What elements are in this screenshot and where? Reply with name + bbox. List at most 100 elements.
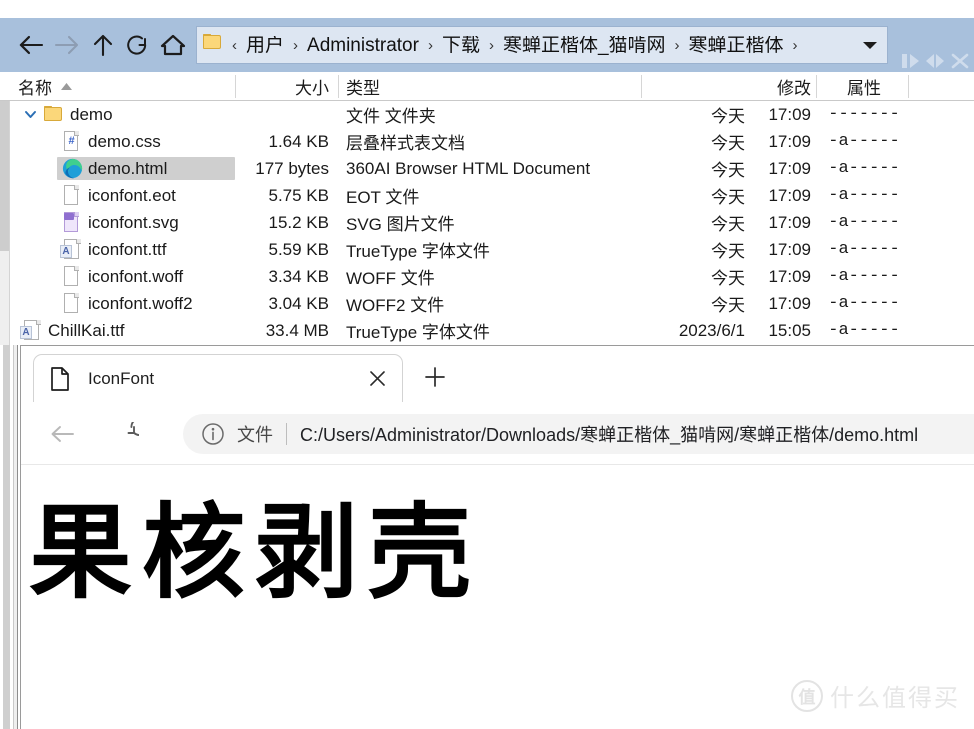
file-size [239, 101, 329, 128]
file-size: 1.64 KB [268, 131, 330, 151]
address-bar[interactable]: 文件 C:/Users/Administrator/Downloads/寒蝉正楷… [183, 414, 974, 454]
watermark-text: 什么值得买 [830, 685, 960, 712]
column-header-attributes-label: 属性 [847, 78, 881, 98]
file-name[interactable]: iconfont.woff [88, 263, 183, 290]
file-attributes: -a----- [828, 213, 900, 232]
table-row[interactable]: A iconfont.ttf 5.59 KB TrueType 字体文件 今天 … [0, 236, 974, 263]
sort-asc-icon [60, 76, 73, 96]
file-modified-date: 今天 [711, 188, 745, 207]
table-row[interactable]: demo 文件 文件夹 今天 17:09 ------- [0, 101, 974, 128]
table-row[interactable]: iconfont.woff2 3.04 KB WOFF2 文件 今天 17:09… [0, 290, 974, 317]
file-name[interactable]: iconfont.ttf [88, 236, 166, 263]
file-modified-time: 17:09 [768, 212, 811, 232]
browser-window: IconFont 文件 C:/Users/Administrator/Downl… [20, 345, 974, 729]
breadcrumb-item-0[interactable]: 用户 [242, 36, 288, 55]
file-attributes: -a----- [828, 186, 900, 205]
refresh-button[interactable] [120, 27, 154, 63]
breadcrumb-item-4[interactable]: 寒蝉正楷体 [685, 36, 788, 55]
folder-icon [44, 106, 64, 128]
file-name[interactable]: iconfont.woff2 [88, 290, 193, 317]
back-button[interactable] [14, 27, 48, 63]
file-name[interactable]: iconfont.eot [88, 182, 176, 209]
outer-scrollbar[interactable] [3, 345, 10, 729]
breadcrumb-separator: › [792, 36, 798, 54]
up-button[interactable] [86, 27, 120, 63]
column-header-name-label: 名称 [18, 78, 52, 98]
watermark: 值 什么值得买 [791, 678, 960, 713]
file-type: WOFF2 文件 [346, 296, 445, 315]
file-name[interactable]: demo.html [88, 155, 167, 182]
file-type: EOT 文件 [346, 188, 420, 207]
file-type: 文件 文件夹 [346, 107, 436, 126]
table-row[interactable]: A ChillKai.ttf 33.4 MB TrueType 字体文件 202… [0, 317, 974, 344]
file-modified-date: 今天 [711, 242, 745, 261]
file-list-header: 名称 大小 类型 修改 属性 [0, 72, 974, 101]
file-name[interactable]: iconfont.svg [88, 209, 179, 236]
table-row[interactable]: iconfont.svg 15.2 KB SVG 图片文件 今天 17:09 -… [0, 209, 974, 236]
new-tab-button[interactable] [417, 362, 453, 396]
tab-iconfont[interactable]: IconFont [33, 354, 403, 402]
file-modified-date: 今天 [711, 215, 745, 234]
breadcrumb: ‹ 用户 › Administrator › 下载 › 寒蝉正楷体_猫啃网 › … [227, 36, 853, 55]
column-header-name[interactable]: 名称 [18, 72, 218, 100]
file-modified-time: 17:09 [768, 131, 811, 151]
breadcrumb-item-2[interactable]: 下载 [438, 36, 484, 55]
plus-icon [424, 366, 446, 393]
file-modified-time: 17:09 [768, 158, 811, 178]
file-modified-date: 今天 [711, 161, 745, 180]
file-size: 5.75 KB [268, 185, 330, 205]
browser-back-button[interactable] [43, 414, 83, 454]
file-name[interactable]: demo [70, 101, 113, 128]
column-header-size[interactable]: 大小 [239, 72, 329, 100]
column-header-modified-label: 修改 [777, 78, 811, 98]
info-circle-icon[interactable] [200, 421, 226, 447]
file-modified-date: 2023/6/1 [678, 320, 745, 340]
file-manager-toolbar: ‹ 用户 › Administrator › 下载 › 寒蝉正楷体_猫啃网 › … [0, 18, 974, 72]
file-size: 15.2 KB [268, 212, 330, 232]
expand-collapse-icon[interactable] [24, 108, 37, 121]
scrollbar-thumb[interactable] [0, 101, 9, 251]
file-modified-time: 17:09 [768, 293, 811, 313]
file-attributes: -a----- [828, 240, 900, 259]
breadcrumb-item-1[interactable]: Administrator [303, 36, 423, 55]
font-file-icon: A [60, 239, 81, 261]
forward-button[interactable] [50, 27, 84, 63]
table-row[interactable]: demo.html 177 bytes 360AI Browser HTML D… [0, 155, 974, 182]
column-header-modified[interactable]: 修改 [645, 72, 811, 100]
file-modified-date: 今天 [711, 134, 745, 153]
file-type: WOFF 文件 [346, 269, 435, 288]
column-header-attributes[interactable]: 属性 [820, 72, 908, 100]
column-header-size-label: 大小 [295, 78, 329, 98]
file-attributes: -a----- [828, 159, 900, 178]
folder-icon [203, 34, 225, 56]
table-row[interactable]: # demo.css 1.64 KB 层叠样式表文档 今天 17:09 -a--… [0, 128, 974, 155]
table-row[interactable]: iconfont.eot 5.75 KB EOT 文件 今天 17:09 -a-… [0, 182, 974, 209]
window-top-strip [0, 0, 974, 18]
browser-toolbar: 文件 C:/Users/Administrator/Downloads/寒蝉正楷… [21, 402, 974, 465]
browser-reload-button[interactable] [107, 414, 147, 454]
close-icon[interactable] [360, 362, 394, 396]
address-path-bar[interactable]: ‹ 用户 › Administrator › 下载 › 寒蝉正楷体_猫啃网 › … [196, 26, 888, 64]
table-row[interactable]: iconfont.woff 3.34 KB WOFF 文件 今天 17:09 -… [0, 263, 974, 290]
column-header-type[interactable]: 类型 [346, 72, 636, 100]
url-scheme-label: 文件 [237, 425, 273, 445]
chevron-down-icon[interactable] [853, 27, 887, 63]
file-manager-window: ‹ 用户 › Administrator › 下载 › 寒蝉正楷体_猫啃网 › … [0, 0, 974, 345]
tab-title: IconFont [88, 368, 155, 388]
file-name[interactable]: ChillKai.ttf [48, 317, 125, 344]
url-text[interactable]: C:/Users/Administrator/Downloads/寒蝉正楷体_猫… [300, 421, 918, 447]
file-modified-date: 今天 [711, 107, 745, 126]
file-type: SVG 图片文件 [346, 215, 455, 234]
file-size: 5.59 KB [268, 239, 330, 259]
breadcrumb-item-3[interactable]: 寒蝉正楷体_猫啃网 [499, 36, 670, 55]
watermark-logo: 值 [791, 679, 823, 712]
breadcrumb-lead-separator: ‹ [232, 36, 237, 54]
blank-file-icon [64, 293, 84, 315]
page-content: 果核剥壳 值 什么值得买 [21, 466, 974, 729]
file-list-scrollbar[interactable] [0, 101, 10, 345]
css-file-icon: # [64, 131, 84, 153]
breadcrumb-separator: › [427, 36, 433, 54]
file-name[interactable]: demo.css [88, 128, 161, 155]
file-size: 33.4 MB [265, 320, 329, 340]
home-button[interactable] [156, 27, 190, 63]
